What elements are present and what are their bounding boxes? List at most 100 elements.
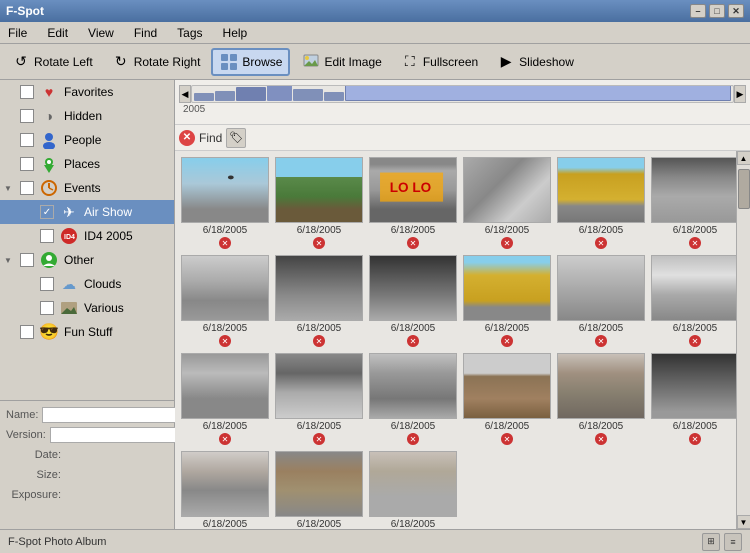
photo-cell-17[interactable]: 6/18/2005✕ [557,353,645,445]
timeline-track[interactable]: ◀ ▶ [179,84,746,104]
checkbox-various[interactable] [40,301,54,315]
sidebar-label-places: Places [64,157,100,171]
metadata-panel: Name: Version: ▲ ▼ Date: Size: [0,400,174,509]
photo-cell-12[interactable]: 6/18/2005✕ [651,255,736,347]
menu-edit[interactable]: Edit [43,25,72,41]
sidebar-label-events: Events [64,181,101,195]
photo-thumb [181,353,269,419]
photo-cell-20[interactable]: 6/18/2005✕ [275,451,363,529]
sidebar-item-airshow[interactable]: ✓ ✈ Air Show [0,200,174,224]
meta-exposure-row: Exposure: [6,485,168,505]
photo-cell-3[interactable]: LO LO6/18/2005✕ [369,157,457,249]
maximize-button[interactable]: □ [709,4,725,18]
status-list-icon[interactable]: ≡ [724,533,742,551]
fullscreen-icon: ⛶ [400,52,420,72]
photo-thumb: LO LO [369,157,457,223]
browse-button[interactable]: Browse [211,48,290,76]
photo-cell-2[interactable]: 6/18/2005✕ [275,157,363,249]
vertical-scrollbar[interactable]: ▲ ▼ [736,151,750,529]
checkbox-clouds[interactable] [40,277,54,291]
photo-thumb [463,255,551,321]
checkbox-events[interactable] [20,181,34,195]
find-close-button[interactable]: ✕ [179,130,195,146]
photo-cell-16[interactable]: 6/18/2005✕ [463,353,551,445]
sidebar-item-places[interactable]: Places [0,152,174,176]
sidebar-item-various[interactable]: Various [0,296,174,320]
checkbox-id4[interactable] [40,229,54,243]
sidebar-label-favorites: Favorites [64,85,113,99]
slideshow-button[interactable]: ▶ Slideshow [489,48,581,76]
photo-cell-9[interactable]: 6/18/2005✕ [369,255,457,347]
minimize-button[interactable]: – [690,4,706,18]
photo-cell-18[interactable]: 6/18/2005✕ [651,353,736,445]
timeline-scroll-area[interactable] [191,85,734,103]
sidebar-item-id4[interactable]: ID4 ID4 2005 [0,224,174,248]
sidebar-item-hidden[interactable]: ◑ Hidden [0,104,174,128]
photo-cell-10[interactable]: 6/18/2005✕ [463,255,551,347]
scroll-thumb[interactable] [738,169,750,209]
checkbox-other[interactable] [20,253,34,267]
photo-cell-11[interactable]: 6/18/2005✕ [557,255,645,347]
checkbox-hidden[interactable] [20,109,34,123]
sidebar-label-hidden: Hidden [64,109,102,123]
find-tag-button[interactable]: 🏷 [226,128,246,148]
meta-name-input[interactable] [42,407,190,423]
status-bar: F-Spot Photo Album ⊞ ≡ [0,529,750,553]
photo-date: 6/18/2005 [673,323,718,334]
photo-cell-13[interactable]: 6/18/2005✕ [181,353,269,445]
photo-cell-7[interactable]: 6/18/2005✕ [181,255,269,347]
sidebar-item-favorites[interactable]: ♥ Favorites [0,80,174,104]
photo-cell-21[interactable]: 6/18/2005✕ [369,451,457,529]
photo-thumb [181,157,269,223]
rotate-left-button[interactable]: ↺ Rotate Left [4,48,100,76]
svg-text:LO LO: LO LO [390,180,431,195]
photo-thumb [275,255,363,321]
photo-cell-4[interactable]: 6/18/2005✕ [463,157,551,249]
photo-date: 6/18/2005 [579,421,624,432]
menu-view[interactable]: View [84,25,118,41]
close-button[interactable]: ✕ [728,4,744,18]
sidebar-item-people[interactable]: People [0,128,174,152]
sidebar-item-events[interactable]: ▼ Events [0,176,174,200]
checkbox-people[interactable] [20,133,34,147]
photo-cell-15[interactable]: 6/18/2005✕ [369,353,457,445]
photo-thumb [557,157,645,223]
checkbox-favorites[interactable] [20,85,34,99]
photo-cell-14[interactable]: 6/18/2005✕ [275,353,363,445]
sidebar-label-funstuff: Fun Stuff [64,325,112,339]
meta-exposure-label: Exposure: [6,489,61,501]
edit-image-button[interactable]: Edit Image [294,48,388,76]
sidebar-item-clouds[interactable]: ☁ Clouds [0,272,174,296]
menu-find[interactable]: Find [130,25,161,41]
menu-help[interactable]: Help [219,25,252,41]
timeline-scroll-left[interactable]: ◀ [179,85,191,103]
various-icon [58,297,80,319]
checkbox-funstuff[interactable] [20,325,34,339]
timeline-scroll-right[interactable]: ▶ [734,85,746,103]
fullscreen-button[interactable]: ⛶ Fullscreen [393,48,485,76]
menu-tags[interactable]: Tags [173,25,206,41]
checkbox-places[interactable] [20,157,34,171]
photo-tag-indicator: ✕ [313,335,325,347]
photo-cell-19[interactable]: 6/18/2005✕ [181,451,269,529]
photo-cell-6[interactable]: 6/18/2005✕ [651,157,736,249]
photo-thumb [463,353,551,419]
photo-cell-8[interactable]: 6/18/2005✕ [275,255,363,347]
main-layout: ♥ Favorites ◑ Hidden P [0,80,750,529]
scroll-down-button[interactable]: ▼ [737,515,750,529]
menu-file[interactable]: File [4,25,31,41]
checkbox-airshow[interactable]: ✓ [40,205,54,219]
rotate-left-icon: ↺ [11,52,31,72]
photo-thumb [651,255,736,321]
photo-thumb [557,255,645,321]
photo-cell-5[interactable]: 6/18/2005✕ [557,157,645,249]
sidebar-item-other[interactable]: ▼ Other [0,248,174,272]
content-area: ◀ ▶ 2005 ✕ [175,80,750,529]
rotate-right-button[interactable]: ↻ Rotate Right [104,48,208,76]
photo-cell-1[interactable]: 6/18/2005✕ [181,157,269,249]
sidebar-item-funstuff[interactable]: 😎 Fun Stuff [0,320,174,344]
photo-date: 6/18/2005 [297,421,342,432]
photo-date: 6/18/2005 [391,323,436,334]
scroll-up-button[interactable]: ▲ [737,151,750,165]
status-grid-icon[interactable]: ⊞ [702,533,720,551]
